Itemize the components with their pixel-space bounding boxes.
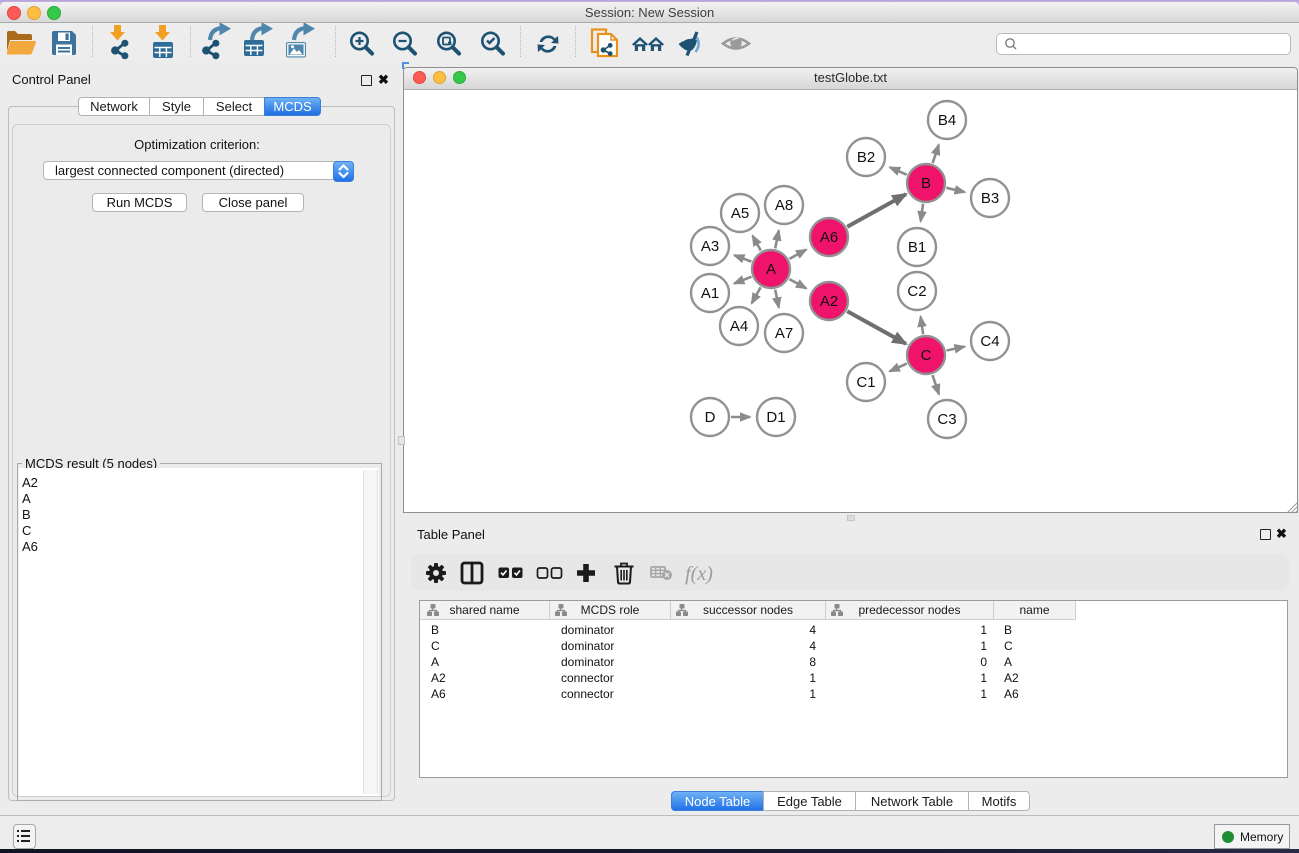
svg-text:C3: C3 — [937, 411, 956, 428]
svg-text:B2: B2 — [857, 149, 875, 166]
svg-text:A4: A4 — [730, 318, 748, 335]
svg-text:A: A — [766, 261, 776, 278]
svg-text:A8: A8 — [775, 197, 793, 214]
svg-text:B3: B3 — [981, 190, 999, 207]
svg-text:B1: B1 — [908, 239, 926, 256]
svg-text:A6: A6 — [820, 229, 838, 246]
svg-text:A2: A2 — [820, 293, 838, 310]
svg-text:C1: C1 — [856, 374, 875, 391]
svg-text:D1: D1 — [766, 409, 785, 426]
svg-text:A1: A1 — [701, 285, 719, 302]
svg-text:A7: A7 — [775, 325, 793, 342]
svg-text:B: B — [921, 175, 931, 192]
svg-text:D: D — [705, 409, 716, 426]
svg-text:C: C — [921, 347, 932, 364]
svg-text:C2: C2 — [907, 283, 926, 300]
svg-text:C4: C4 — [980, 333, 999, 350]
svg-text:A5: A5 — [731, 205, 749, 222]
svg-text:f(x): f(x) — [685, 563, 713, 585]
svg-text:A3: A3 — [701, 238, 719, 255]
svg-text:B4: B4 — [938, 112, 956, 129]
